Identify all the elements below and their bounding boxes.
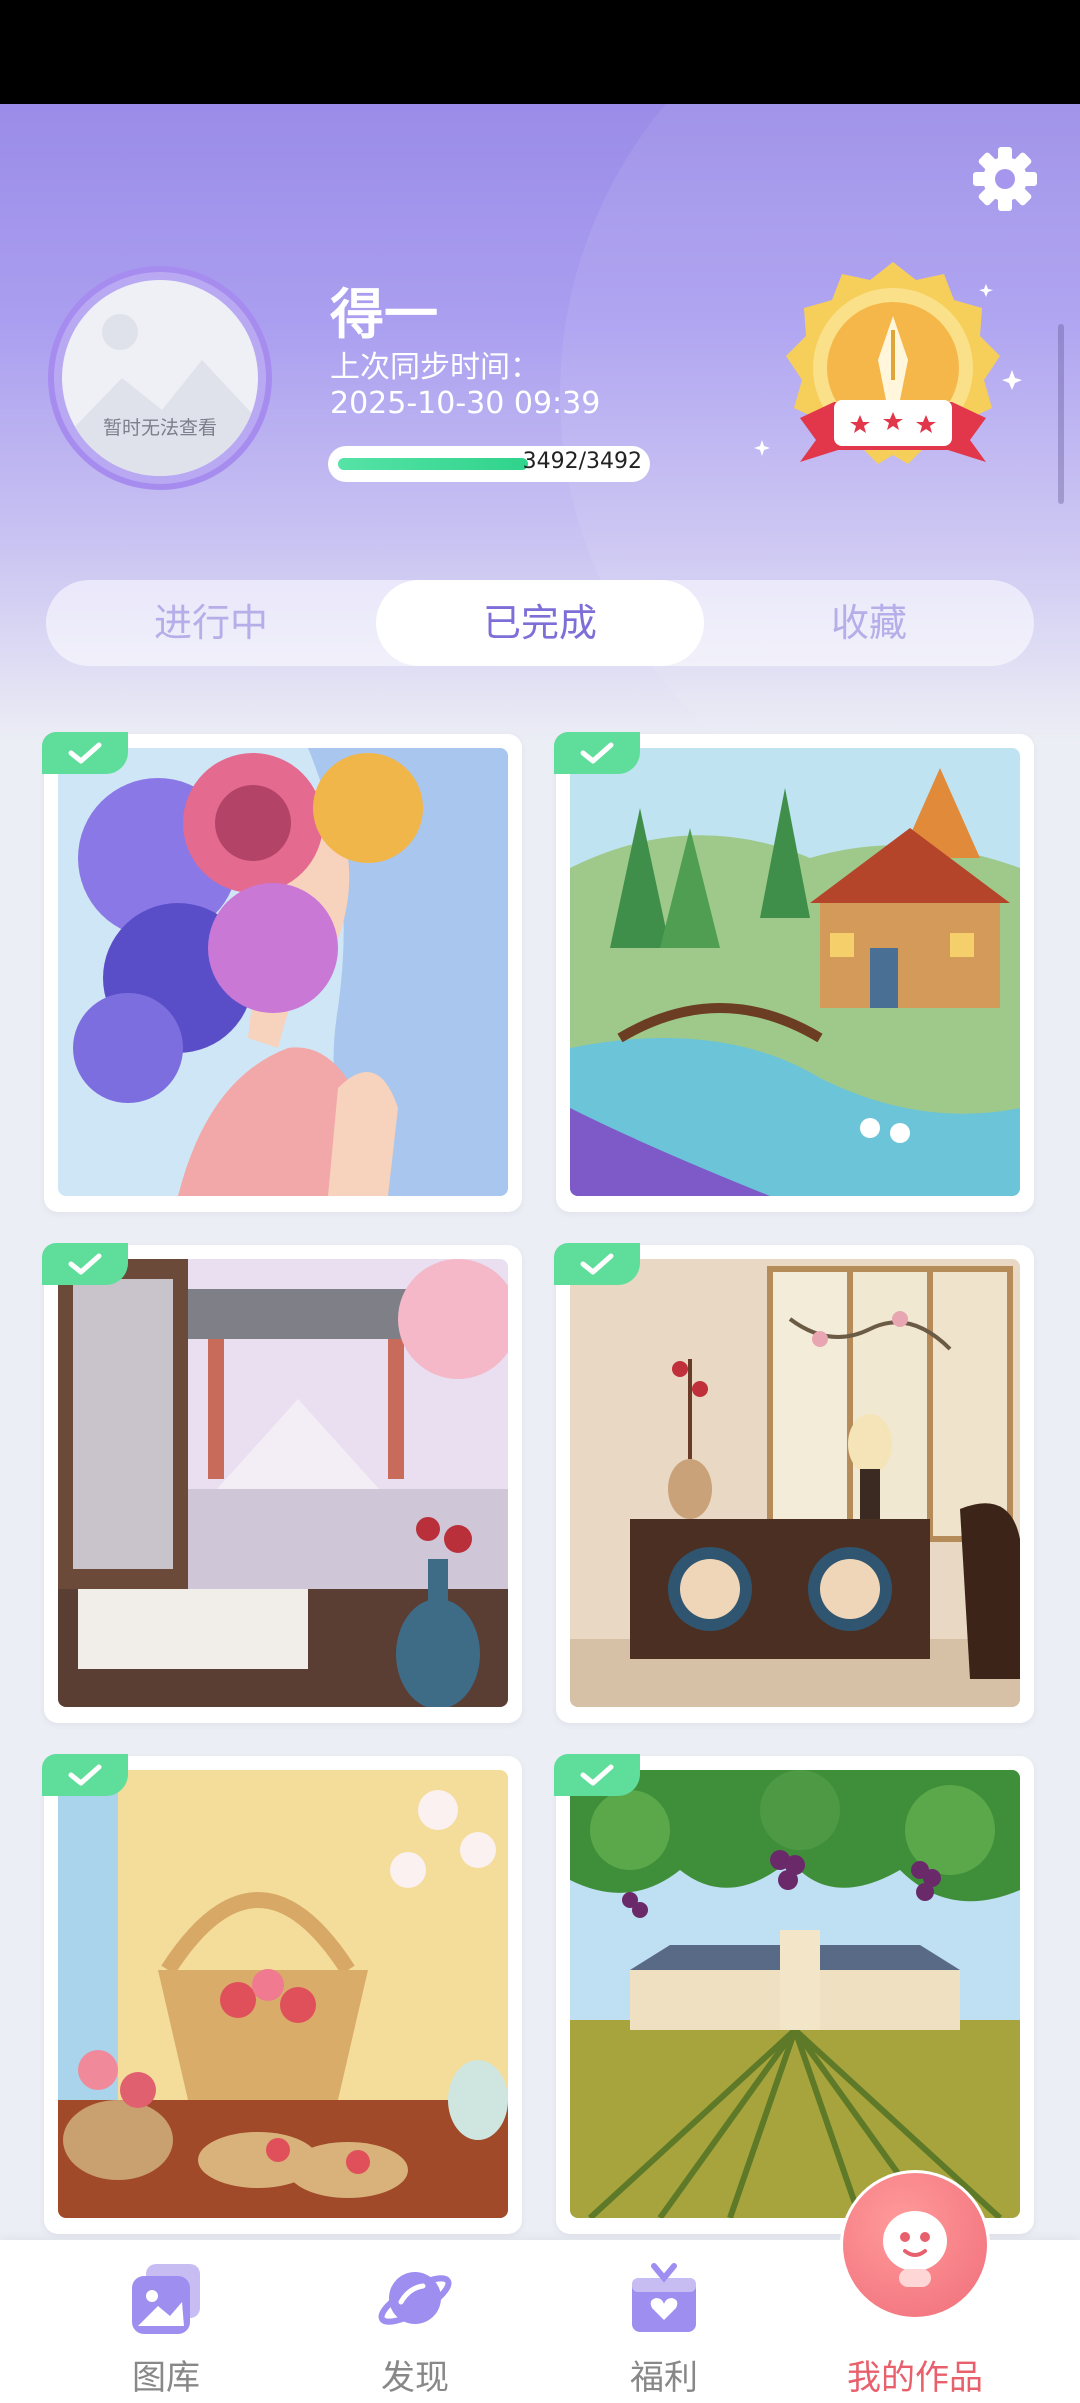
progress-bar: 3492/3492 — [328, 446, 650, 482]
completed-check-icon — [554, 1754, 640, 1796]
nav-welfare[interactable]: 福利 — [554, 2240, 774, 2403]
planet-icon — [378, 2272, 452, 2325]
tab-completed[interactable]: 已完成 — [376, 580, 704, 666]
completed-check-icon — [42, 732, 128, 774]
nav-gallery-label: 图库 — [132, 2358, 200, 2398]
sync-time: 2025-10-30 09:39 — [330, 386, 601, 421]
completed-check-icon — [554, 732, 640, 774]
nav-welfare-label: 福利 — [630, 2358, 698, 2398]
artwork-thumbnail — [58, 1259, 508, 1707]
artwork-card-straw-bag[interactable] — [42, 1754, 522, 2234]
completed-check-icon — [554, 1243, 640, 1285]
nav-discover[interactable]: 发现 — [305, 2240, 525, 2403]
artwork-thumbnail — [58, 1770, 508, 2218]
artwork-card-cottage-bridge[interactable] — [554, 732, 1034, 1212]
tab-favorites[interactable]: 收藏 — [704, 580, 1034, 666]
gallery-icon — [132, 2264, 200, 2334]
sync-label: 上次同步时间： — [330, 350, 540, 385]
tabs: 进行中 已完成 收藏 — [46, 580, 1034, 666]
username: 得一 — [330, 283, 438, 346]
completed-check-icon — [42, 1243, 128, 1285]
artwork-thumbnail — [570, 1259, 1020, 1707]
progress-fill — [338, 458, 528, 470]
nav-gallery[interactable]: 图库 — [56, 2240, 276, 2403]
artwork-card-japanese-room[interactable] — [42, 1243, 522, 1723]
artwork-thumbnail — [58, 748, 508, 1196]
my-works-fab[interactable] — [840, 2170, 990, 2320]
mascot-icon — [883, 2211, 947, 2287]
avatar-placeholder-text: 暂时无法查看 — [102, 417, 217, 439]
artwork-card-vineyard[interactable] — [554, 1754, 1034, 2234]
avatar[interactable]: 暂时无法查看 — [48, 266, 272, 490]
artwork-thumbnail — [570, 748, 1020, 1196]
artwork-card-flower-woman[interactable] — [42, 732, 522, 1212]
artwork-thumbnail — [570, 1770, 1020, 2218]
progress-text: 3492/3492 — [522, 449, 642, 474]
artwork-card-chinese-cabinet[interactable] — [554, 1243, 1034, 1723]
image-placeholder-icon — [62, 314, 258, 476]
medal-badge-icon[interactable] — [748, 250, 1038, 520]
tab-in-progress[interactable]: 进行中 — [46, 580, 376, 666]
scrollbar[interactable] — [1058, 324, 1064, 504]
nav-my-works-label: 我的作品 — [847, 2358, 983, 2398]
gift-icon — [632, 2263, 696, 2332]
completed-check-icon — [42, 1754, 128, 1796]
settings-gear-icon[interactable] — [970, 144, 1040, 214]
status-bar — [0, 0, 1080, 104]
nav-discover-label: 发现 — [381, 2358, 449, 2398]
